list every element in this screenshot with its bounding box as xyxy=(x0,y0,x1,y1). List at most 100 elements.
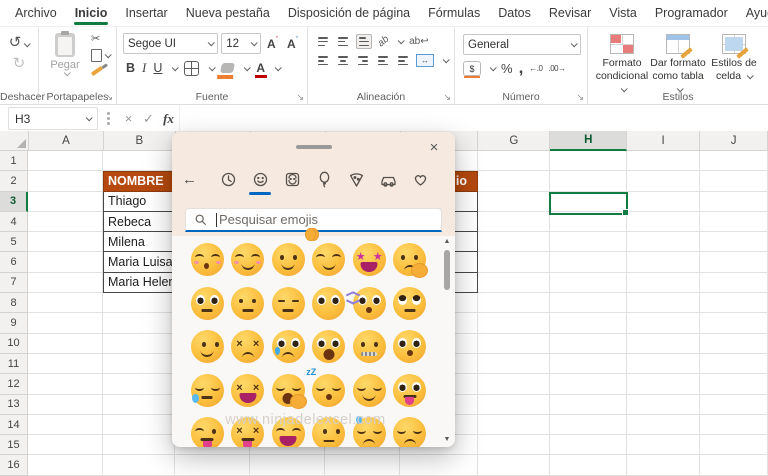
cell-H14[interactable] xyxy=(550,415,627,435)
emoji-flushed-face[interactable] xyxy=(187,282,228,326)
cell-J7[interactable] xyxy=(700,273,768,293)
cell-I2[interactable] xyxy=(627,171,700,191)
cell-G15[interactable] xyxy=(478,435,550,455)
insert-function-icon[interactable]: fx xyxy=(159,111,179,127)
cell-B1[interactable] xyxy=(103,151,175,171)
emoji-neutral-face[interactable] xyxy=(228,282,269,326)
emoji-persevering-face[interactable]: ×× xyxy=(228,325,269,369)
cell-I3[interactable] xyxy=(627,192,700,212)
menu-formulas[interactable]: Fórmulas xyxy=(419,1,489,26)
emoji-unamused-face[interactable] xyxy=(309,412,350,447)
cell-G6[interactable] xyxy=(478,252,550,272)
cell-J13[interactable] xyxy=(700,395,768,415)
tab-food[interactable] xyxy=(345,166,369,192)
row-header-3[interactable]: 3 xyxy=(0,192,28,212)
cell-J14[interactable] xyxy=(700,415,768,435)
dar-formato-como-tabla-button[interactable]: Dar formatocomo tabla xyxy=(650,34,706,96)
cell-D16[interactable] xyxy=(250,455,325,475)
emoji-kissing-face-closed-eyes[interactable] xyxy=(187,238,228,282)
menu-datos[interactable]: Datos xyxy=(489,1,540,26)
emoji-star-struck[interactable]: ★★ xyxy=(349,238,390,282)
cell-I15[interactable] xyxy=(627,435,700,455)
row-header-14[interactable]: 14 xyxy=(0,415,28,435)
cell-H12[interactable] xyxy=(550,374,627,394)
cell-B9[interactable] xyxy=(103,313,175,333)
emoji-face-with-open-mouth[interactable] xyxy=(309,325,350,369)
select-all-corner[interactable] xyxy=(0,131,29,151)
emoji-smirking-face[interactable] xyxy=(187,325,228,369)
cell-B7[interactable]: Maria Helena xyxy=(103,273,175,293)
copy-icon[interactable] xyxy=(91,49,110,62)
col-header-g[interactable]: G xyxy=(478,131,550,151)
emoji-zipper-mouth-face[interactable] xyxy=(349,325,390,369)
col-header-a[interactable]: A xyxy=(29,131,104,151)
cell-H4[interactable] xyxy=(550,212,627,232)
cell-G5[interactable] xyxy=(478,232,550,252)
cell-G3[interactable] xyxy=(478,192,550,212)
cell-J16[interactable] xyxy=(700,455,768,475)
dialog-launcher-clipboard[interactable]: ↘ xyxy=(105,93,113,102)
close-icon[interactable]: × xyxy=(423,136,445,158)
row-header-16[interactable]: 16 xyxy=(0,455,28,475)
font-size-select[interactable]: 12 xyxy=(221,33,261,54)
row-header-11[interactable]: 11 xyxy=(0,354,28,374)
cell-B6[interactable]: Maria Luisa xyxy=(103,252,175,272)
emoji-tired-face[interactable]: ×× xyxy=(228,369,269,413)
align-center-icon[interactable] xyxy=(336,54,350,67)
cell-H8[interactable] xyxy=(550,293,627,313)
row-header-12[interactable]: 12 xyxy=(0,374,28,394)
emoji-slightly-smiling-face[interactable] xyxy=(268,238,309,282)
emoji-face-without-mouth[interactable] xyxy=(309,282,350,326)
scroll-down-icon[interactable]: ▼ xyxy=(442,436,452,443)
cell-B16[interactable] xyxy=(103,455,175,475)
cell-G2[interactable] xyxy=(478,171,550,191)
dialog-launcher-font[interactable]: ↘ xyxy=(296,93,304,102)
row-header-10[interactable]: 10 xyxy=(0,334,28,354)
emoji-hushed-face[interactable] xyxy=(390,325,431,369)
cell-H11[interactable] xyxy=(550,354,627,374)
cell-I11[interactable] xyxy=(627,354,700,374)
menu-ayuda[interactable]: Ayuda xyxy=(737,1,768,26)
cell-H6[interactable] xyxy=(550,252,627,272)
cell-I14[interactable] xyxy=(627,415,700,435)
emoji-search-input[interactable] xyxy=(219,212,399,227)
cell-I16[interactable] xyxy=(627,455,700,475)
cell-H13[interactable] xyxy=(550,395,627,415)
name-box[interactable]: H3 xyxy=(8,107,98,130)
cell-A9[interactable] xyxy=(28,313,103,333)
cell-I1[interactable] xyxy=(627,151,700,171)
cell-H1[interactable] xyxy=(550,151,627,171)
cell-G4[interactable] xyxy=(478,212,550,232)
decrease-indent-icon[interactable] xyxy=(376,54,390,67)
cell-I4[interactable] xyxy=(627,212,700,232)
cell-I9[interactable] xyxy=(627,313,700,333)
cell-A16[interactable] xyxy=(28,455,103,475)
borders-icon[interactable] xyxy=(184,61,199,76)
cell-B8[interactable] xyxy=(103,293,175,313)
cell-A7[interactable] xyxy=(28,273,103,293)
align-bottom-icon[interactable] xyxy=(356,34,372,49)
cell-I8[interactable] xyxy=(627,293,700,313)
emoji-grinning-squinting-face[interactable] xyxy=(268,412,309,447)
cell-A3[interactable] xyxy=(28,192,103,212)
emoji-smiling-face-smiling-eyes[interactable] xyxy=(228,238,269,282)
cell-G14[interactable] xyxy=(478,415,550,435)
cell-H9[interactable] xyxy=(550,313,627,333)
wrap-text-icon[interactable]: ab↩ xyxy=(409,36,429,47)
cell-A5[interactable] xyxy=(28,232,103,252)
estilos-de-celda-button[interactable]: Estilos decelda xyxy=(706,34,762,96)
cell-B11[interactable] xyxy=(103,354,175,374)
formato-condicional-button[interactable]: Formatocondicional xyxy=(594,34,650,96)
paste-button[interactable]: Pegar xyxy=(45,33,85,76)
cell-J4[interactable] xyxy=(700,212,768,232)
redo-icon[interactable]: ↻ xyxy=(13,56,26,71)
drag-handle[interactable] xyxy=(296,145,332,149)
cut-icon[interactable]: ✂ xyxy=(91,34,110,45)
menu-disposicion-de-pagina[interactable]: Disposición de página xyxy=(279,1,419,26)
undo-icon[interactable]: ↺ xyxy=(9,35,30,50)
cancel-icon[interactable]: × xyxy=(119,111,139,126)
dialog-launcher-alignment[interactable]: ↘ xyxy=(443,93,451,102)
cell-G13[interactable] xyxy=(478,395,550,415)
cell-J8[interactable] xyxy=(700,293,768,313)
row-header-15[interactable]: 15 xyxy=(0,435,28,455)
